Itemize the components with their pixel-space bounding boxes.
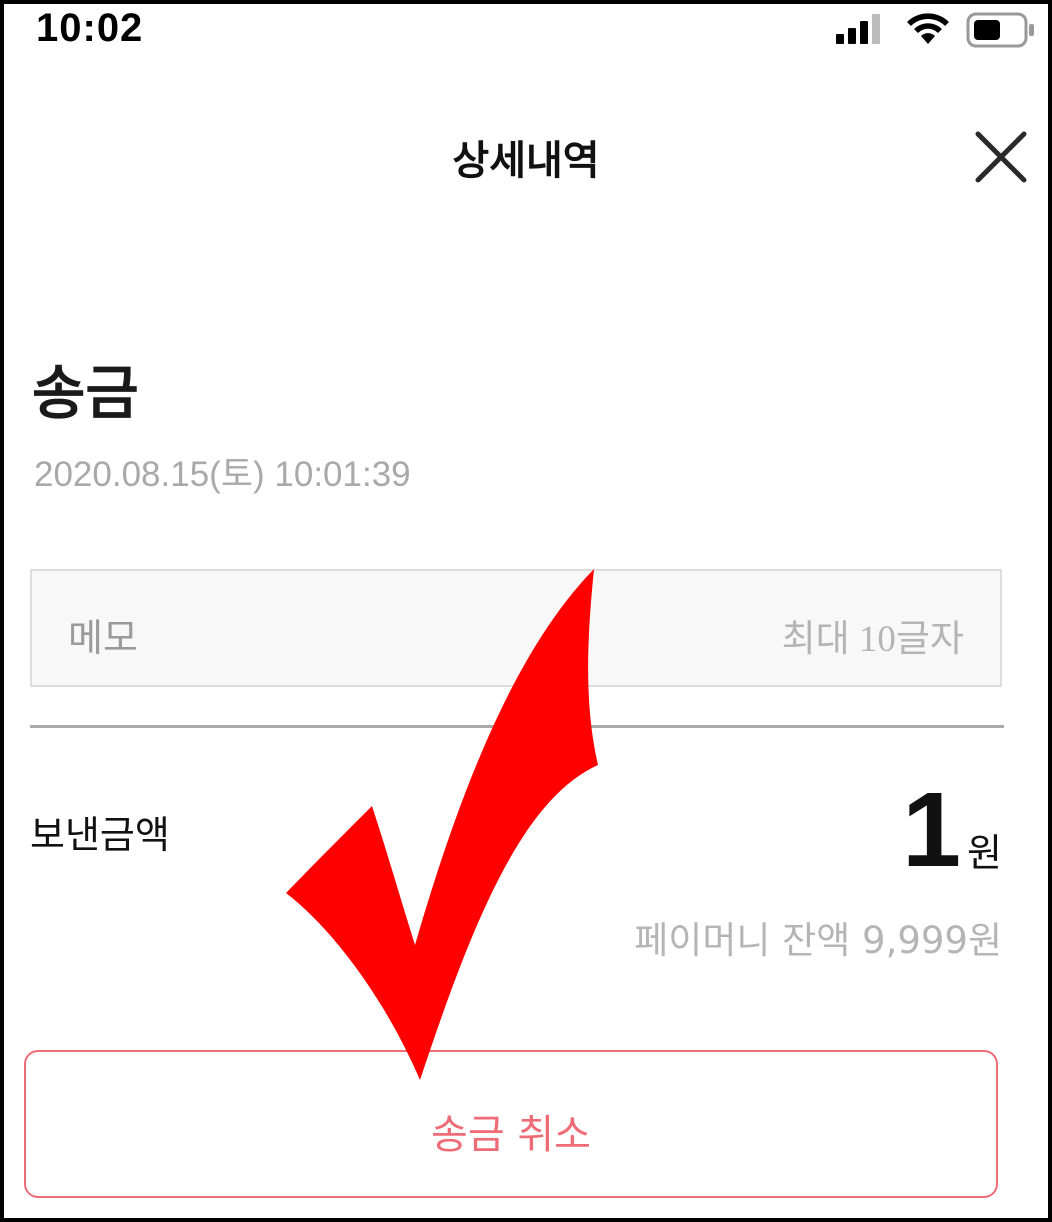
- balance-text: 페이머니 잔액 9,999원: [634, 919, 1002, 962]
- signal-icon: [836, 14, 880, 44]
- close-icon[interactable]: [970, 126, 1032, 188]
- memo-field[interactable]: 메모 최대 10글자: [30, 569, 1002, 687]
- cancel-transfer-label: 송금 취소: [431, 1112, 591, 1158]
- page-title: 상세내역: [452, 138, 600, 184]
- cancel-transfer-button[interactable]: 송금 취소: [24, 1050, 998, 1198]
- memo-placeholder: 메모: [68, 616, 138, 660]
- transaction-type: 송금: [32, 359, 139, 427]
- battery-icon: [966, 12, 1034, 48]
- status-time: 10:02: [36, 6, 144, 50]
- amount-display: 1원: [902, 770, 1002, 890]
- transaction-datetime: 2020.08.15(토) 10:01:39: [34, 455, 411, 494]
- amount-value: 1: [902, 771, 962, 889]
- divider: [30, 725, 1004, 728]
- memo-limit-hint: 최대 10글자: [781, 619, 964, 660]
- amount-label: 보낸금액: [30, 813, 170, 857]
- wifi-icon: [907, 13, 949, 44]
- amount-unit: 원: [967, 831, 1002, 875]
